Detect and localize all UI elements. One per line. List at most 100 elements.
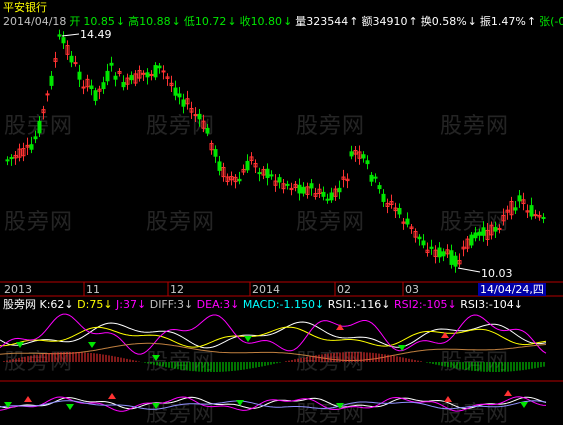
candle-body <box>361 154 366 159</box>
candle-body <box>49 75 54 86</box>
high-label: 高 <box>128 15 140 28</box>
low-value: 10.72 <box>194 15 227 28</box>
indicator-rsi2: RSI2:-105 <box>393 298 448 311</box>
candle-body <box>61 37 66 44</box>
candle-body <box>9 157 14 160</box>
candle-body <box>301 186 306 194</box>
candle-body <box>285 183 290 186</box>
chart-window: 股旁网 股旁网 股旁网 股旁网 股旁网 股旁网 股旁网 股旁网 股旁网 股旁网 … <box>0 0 563 425</box>
signal-arrow-icon <box>66 404 74 410</box>
arrow-down-icon: ↓ <box>171 15 181 28</box>
open-label: 开 <box>69 15 81 28</box>
signal-arrow-icon <box>24 396 32 402</box>
candle-body <box>377 185 382 190</box>
low-label: 低 <box>183 15 195 28</box>
candle-body <box>141 72 146 75</box>
low-price-marker: 10.03 <box>481 267 513 280</box>
candle-body <box>197 113 202 120</box>
signal-arrow-icon <box>244 336 252 342</box>
indicator-diff: DIFF:3 <box>149 298 184 311</box>
candle-body <box>45 93 50 96</box>
candle-body <box>177 93 182 98</box>
candle-body <box>129 75 134 81</box>
close-label: 收 <box>239 15 251 28</box>
candle-body <box>277 177 282 183</box>
candle-body <box>513 207 518 211</box>
rsi2-line <box>0 396 547 412</box>
arrow-down-icon: ↓ <box>230 298 240 311</box>
signal-arrow-icon <box>88 342 96 348</box>
candle-body <box>153 65 158 78</box>
time-axis-label: 2013 <box>4 283 32 296</box>
arrow-down-icon: ↓ <box>315 298 325 311</box>
candle-body <box>429 246 434 249</box>
arrow-down-icon: ↓ <box>103 298 113 311</box>
arrow-down-icon: ↓ <box>227 15 237 28</box>
candle-body <box>213 149 218 157</box>
candle-body <box>493 227 498 232</box>
time-axis-label: 12 <box>170 283 184 296</box>
candle-body <box>329 192 334 201</box>
candle-body <box>365 160 370 165</box>
indicator-source: 股旁网 <box>3 298 36 311</box>
candle-body <box>381 193 386 202</box>
candle-body <box>181 99 186 107</box>
indicator-d: D:75 <box>77 298 104 311</box>
time-axis-label: 02 <box>337 283 351 296</box>
candle-body <box>349 151 354 157</box>
change-label: 张 <box>539 15 551 28</box>
candle-body <box>269 174 274 177</box>
candle-body <box>93 90 98 101</box>
signal-arrow-icon <box>520 402 528 408</box>
candle-body <box>473 232 478 239</box>
arrow-down-icon: ↓ <box>115 15 126 28</box>
stock-name: 平安银行 <box>3 1 47 14</box>
arrow-down-icon: ↓ <box>64 298 74 311</box>
candle-body <box>121 82 126 88</box>
amplitude-value: 1.47% <box>490 15 526 28</box>
candle-body <box>29 144 34 150</box>
candle-body <box>517 195 522 202</box>
candle-body <box>441 251 446 257</box>
candle-body <box>5 159 10 162</box>
arrow-down-icon: ↓ <box>137 298 147 311</box>
indicator-macd: MACD:-1.150 <box>242 298 315 311</box>
candle-body <box>477 231 482 236</box>
candle-body <box>161 70 166 73</box>
candle-body <box>325 198 330 201</box>
signal-arrow-icon <box>152 355 160 361</box>
candle-body <box>309 183 314 189</box>
time-axis-label: 2014 <box>252 283 280 296</box>
candle-body <box>257 172 262 175</box>
candle-body <box>369 174 374 182</box>
low-marker-line <box>457 267 481 273</box>
high-marker-line <box>61 33 80 37</box>
candle-body <box>77 71 82 80</box>
indicator-k: K:62 <box>39 298 65 311</box>
arrow-down-icon: ↓ <box>283 15 293 28</box>
close-value: 10.80 <box>250 15 283 28</box>
change-value: (-0.10)-0. <box>550 15 563 28</box>
candle-body <box>245 160 250 171</box>
candle-body <box>321 191 326 197</box>
candle-body <box>69 55 74 63</box>
candle-body <box>57 34 62 37</box>
candle-body <box>373 176 378 179</box>
candle-body <box>405 218 410 225</box>
arrow-down-icon: ↓ <box>467 15 477 28</box>
high-value: 10.88 <box>139 15 171 28</box>
signal-arrow-icon <box>504 390 512 396</box>
candle-body <box>205 127 210 134</box>
candle-body <box>417 236 422 240</box>
candle-body <box>145 72 150 78</box>
signal-arrow-icon <box>152 403 160 409</box>
kline-chart[interactable] <box>0 0 563 425</box>
indicator-j: J:37 <box>116 298 137 311</box>
candle-body <box>421 240 426 246</box>
candle-body <box>449 250 454 265</box>
candle-body <box>541 216 546 219</box>
candle-body <box>33 136 38 140</box>
candle-body <box>217 161 222 171</box>
signal-arrow-icon <box>444 396 452 402</box>
arrow-down-icon: ↓ <box>513 298 524 311</box>
